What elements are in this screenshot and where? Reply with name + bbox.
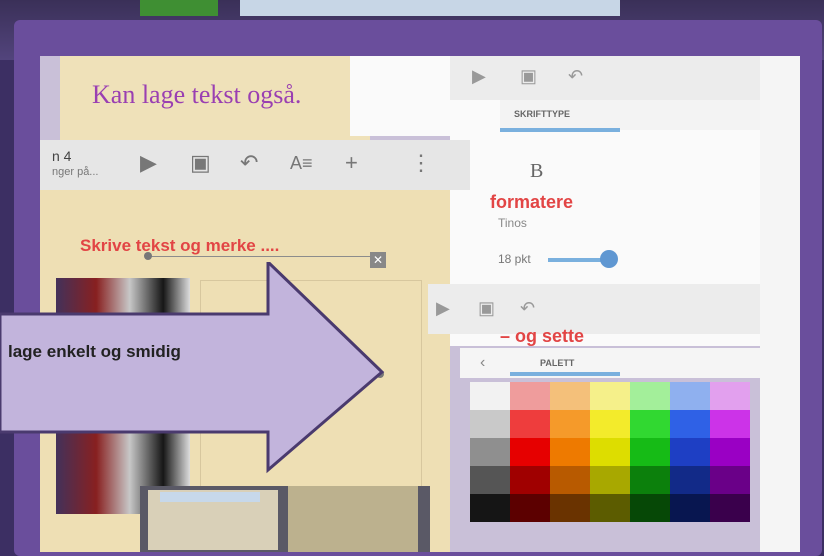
toolbar-subtitle: nger på... (52, 166, 99, 178)
selection-line (148, 256, 376, 257)
color-swatch[interactable] (470, 438, 510, 466)
active-tab-underline (500, 128, 620, 132)
color-swatch[interactable] (710, 410, 750, 438)
color-swatch[interactable] (710, 438, 750, 466)
top-blue-strip (240, 0, 620, 16)
format-tabs: SKRIFTTYPE (500, 100, 800, 130)
color-swatch[interactable] (670, 438, 710, 466)
color-swatch[interactable] (670, 382, 710, 410)
add-icon[interactable]: + (345, 150, 358, 176)
palette-toolbar: ▶ ▣ ↶ (428, 284, 800, 334)
tab-palette[interactable]: PALETT (540, 358, 574, 368)
color-swatch[interactable] (550, 466, 590, 494)
callout-arrow (0, 262, 385, 474)
color-swatch[interactable] (590, 494, 630, 522)
color-swatch[interactable] (550, 410, 590, 438)
palette-annotation: – og sette (500, 326, 585, 346)
color-swatch[interactable] (470, 466, 510, 494)
color-swatch[interactable] (670, 466, 710, 494)
color-swatch[interactable] (630, 466, 670, 494)
color-swatch[interactable] (630, 382, 670, 410)
font-size-slider-knob[interactable] (600, 250, 618, 268)
selection-handle[interactable] (144, 252, 152, 260)
color-swatch-grid (470, 382, 750, 522)
format-panel-toolbar: ▶ ▣ ↶ (450, 56, 800, 100)
font-size-label: 18 pkt (498, 252, 531, 266)
save-icon[interactable]: ▣ (520, 66, 537, 87)
play-icon[interactable]: ▶ (140, 150, 157, 176)
font-name[interactable]: Tinos (498, 216, 527, 230)
annotation-text[interactable]: Skrive tekst og merke .... (80, 236, 279, 256)
save-icon[interactable]: ▣ (190, 150, 211, 176)
color-swatch[interactable] (590, 466, 630, 494)
save-icon[interactable]: ▣ (478, 298, 495, 319)
color-swatch[interactable] (670, 410, 710, 438)
toolbar-title: n 4 (52, 148, 72, 164)
color-swatch[interactable] (550, 494, 590, 522)
right-edge (760, 56, 800, 552)
color-swatch[interactable] (550, 438, 590, 466)
undo-icon[interactable]: ↶ (520, 298, 535, 319)
color-swatch[interactable] (630, 438, 670, 466)
format-annotation: formatere (490, 192, 574, 212)
more-icon[interactable]: ⋮ (410, 150, 432, 176)
color-swatch[interactable] (710, 494, 750, 522)
color-swatch[interactable] (470, 410, 510, 438)
color-swatch[interactable] (510, 382, 550, 410)
color-swatch[interactable] (630, 494, 670, 522)
play-icon[interactable]: ▶ (472, 66, 486, 87)
sample-text[interactable]: Kan lage tekst også. (92, 80, 301, 110)
color-swatch[interactable] (510, 410, 550, 438)
color-swatch[interactable] (590, 438, 630, 466)
color-swatch[interactable] (630, 410, 670, 438)
back-icon[interactable]: ‹ (480, 354, 485, 372)
color-swatch[interactable] (550, 382, 590, 410)
palette-tab-underline (510, 372, 620, 376)
color-swatch[interactable] (470, 494, 510, 522)
undo-icon[interactable]: ↶ (568, 66, 583, 87)
text-format-icon[interactable]: A≡ (290, 153, 313, 174)
color-swatch[interactable] (510, 466, 550, 494)
color-swatch[interactable] (470, 382, 510, 410)
bold-button[interactable]: B (530, 160, 543, 183)
app-toolbar: n 4 nger på... ▶ ▣ ↶ A≡ + ⋮ (40, 140, 470, 190)
color-swatch[interactable] (590, 410, 630, 438)
color-swatch[interactable] (510, 438, 550, 466)
color-swatch[interactable] (590, 382, 630, 410)
color-swatch[interactable] (710, 382, 750, 410)
color-swatch[interactable] (710, 466, 750, 494)
top-green-strip (140, 0, 218, 16)
color-swatch[interactable] (510, 494, 550, 522)
color-swatch[interactable] (670, 494, 710, 522)
tab-font[interactable]: SKRIFTTYPE (514, 109, 570, 119)
callout-text: lage enkelt og smidig (8, 342, 181, 361)
undo-icon[interactable]: ↶ (240, 150, 258, 176)
